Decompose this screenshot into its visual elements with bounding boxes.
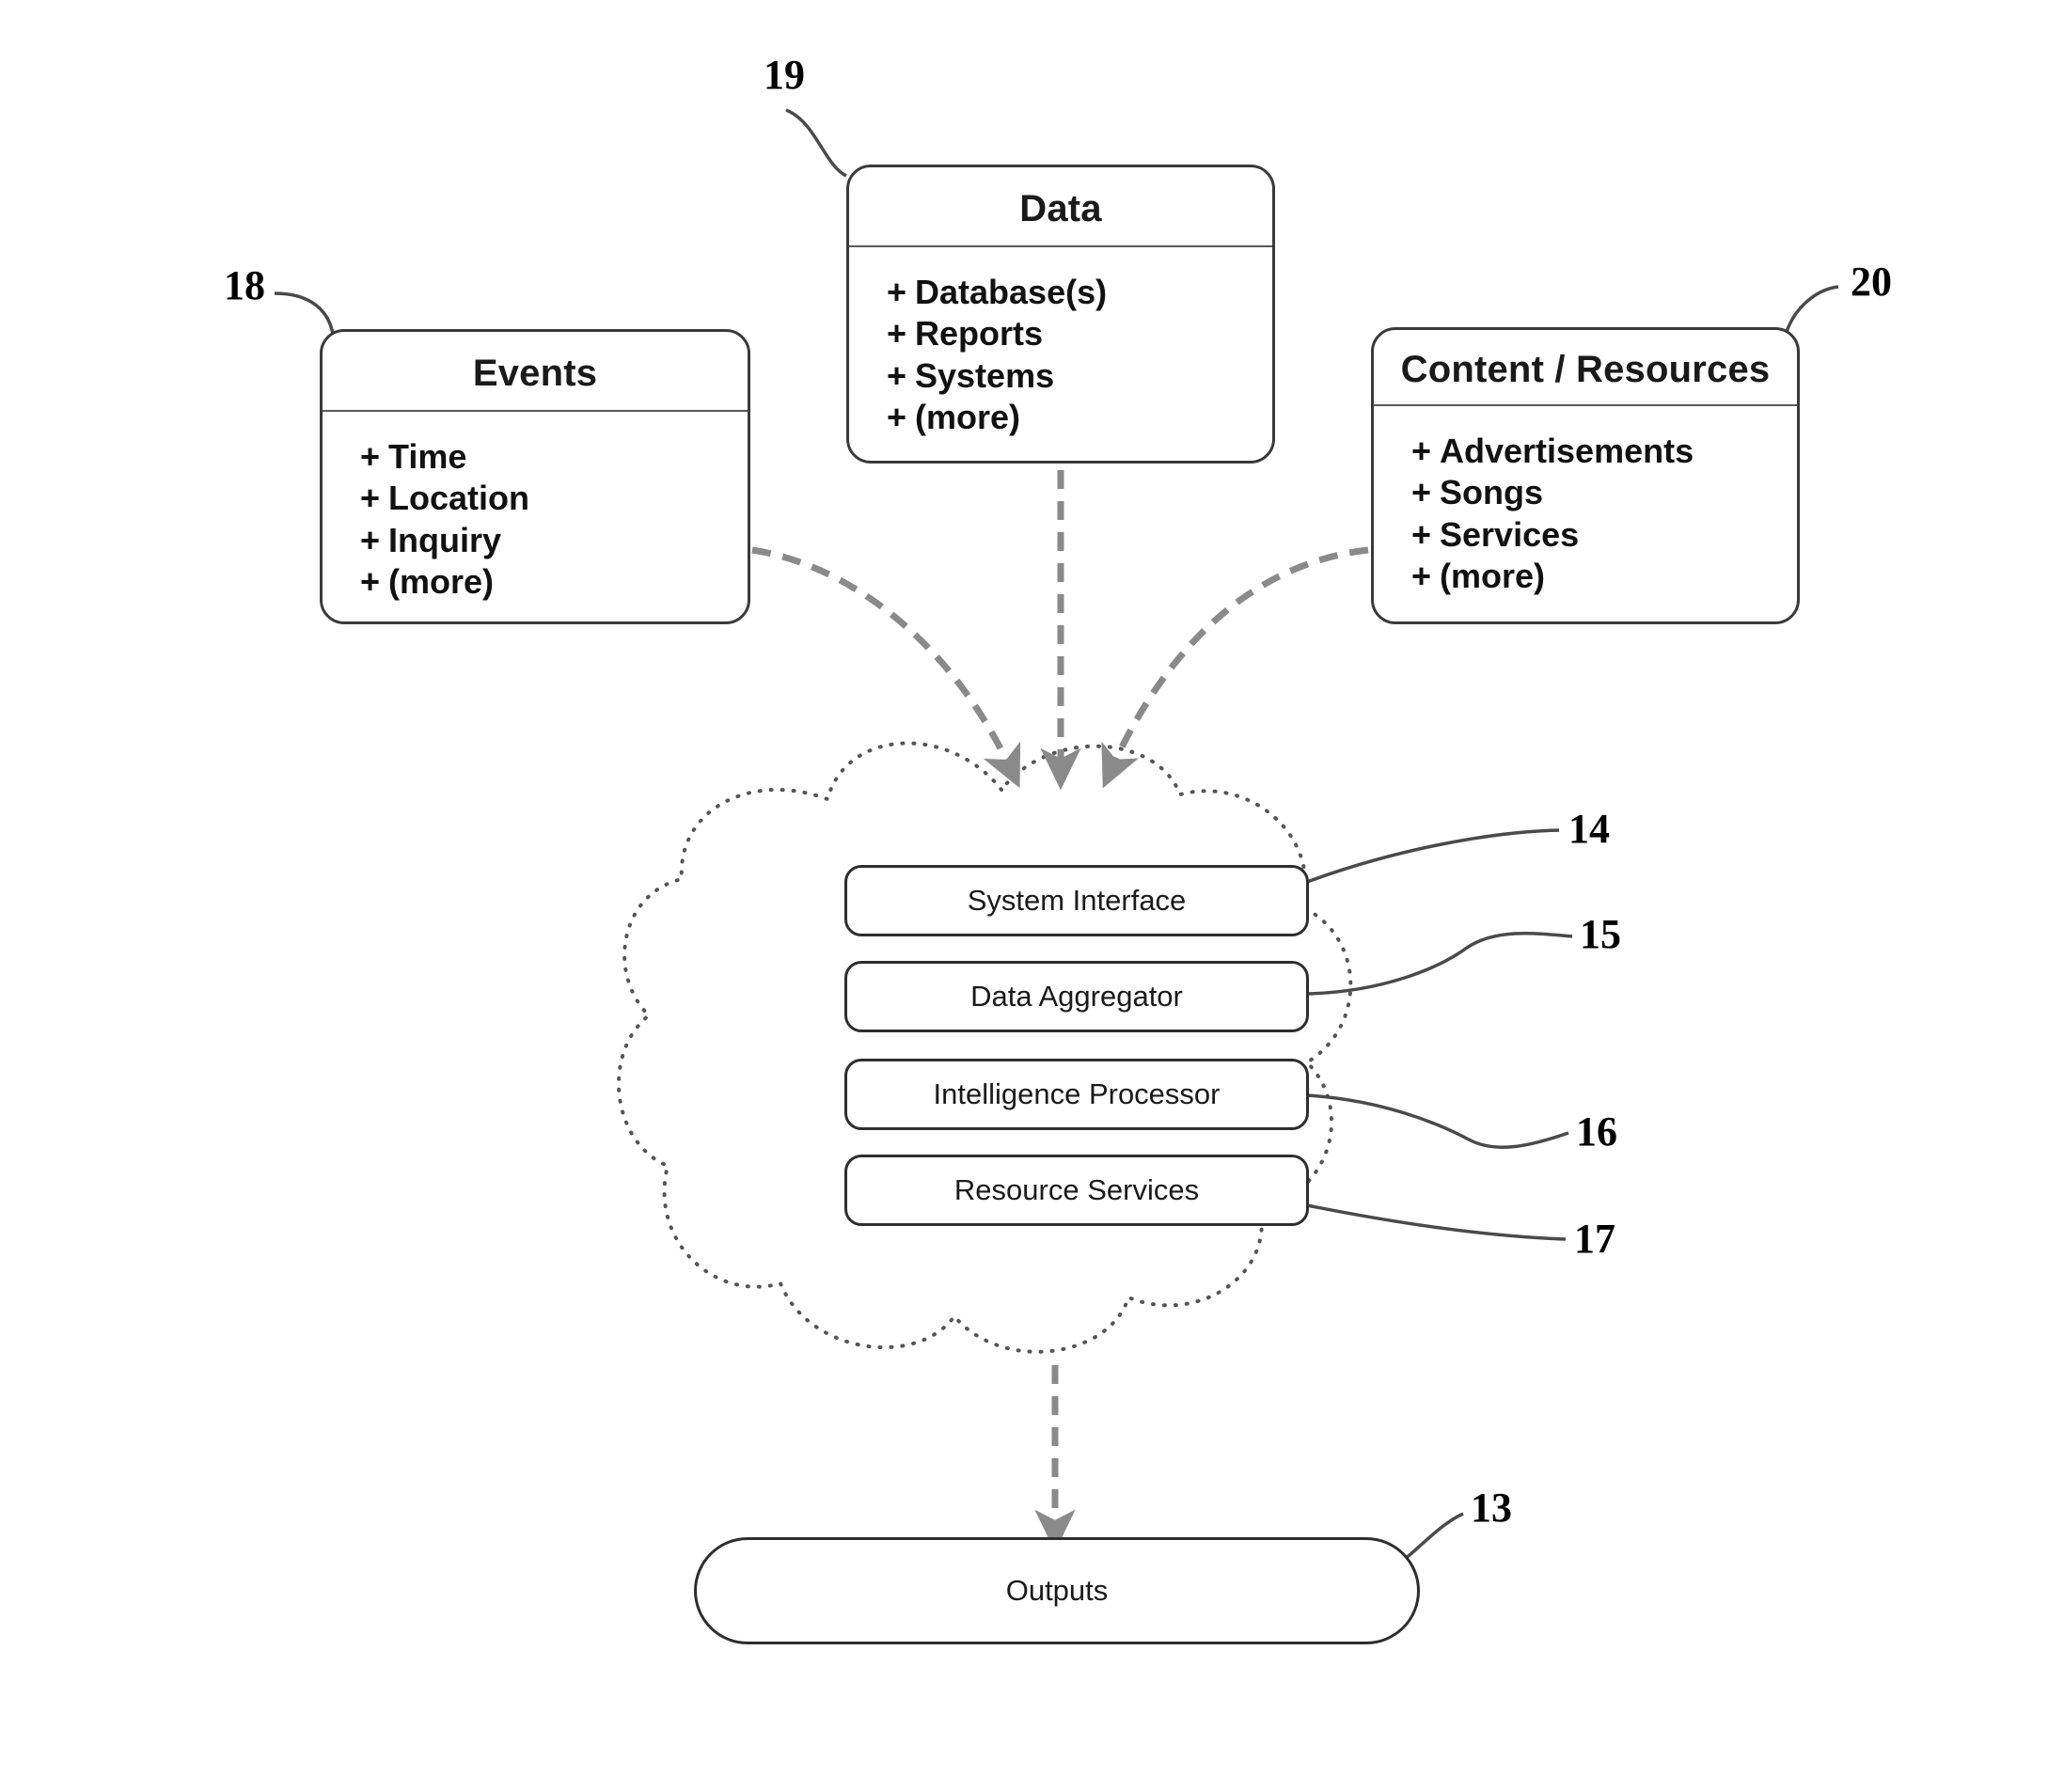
arrow-events-to-cloud [751, 546, 1021, 789]
content-item-0: Advertisements [1440, 432, 1694, 470]
patent-figure: Events + Time + Location + Inquiry + (more) … [0, 0, 2064, 1792]
reference-numeral-13: 13 [1471, 1485, 1512, 1531]
reference-numeral-14: 14 [1568, 806, 1610, 852]
outputs-label: Outputs [1005, 1574, 1109, 1607]
list-item: + Database(s) [887, 272, 1272, 313]
events-item-3: (more) [388, 561, 495, 601]
leader-line-14 [1306, 828, 1560, 884]
list-item: + Systems [887, 355, 1272, 397]
events-item-1: Location [388, 479, 529, 518]
list-item: + Songs [1411, 472, 1797, 513]
cloud-outline [617, 741, 1353, 1354]
data-box: Data + Database(s) + Reports + Systems + (mo… [846, 165, 1275, 464]
reference-numeral-19: 19 [764, 52, 805, 98]
list-item: + Reports [887, 313, 1272, 354]
data-item-3: (more) [915, 397, 1021, 436]
leader-line-15 [1306, 932, 1573, 996]
leader-line-19 [785, 108, 847, 178]
data-item-1: Reports [915, 314, 1044, 354]
data-aggregator-box: Data Aggregator [844, 961, 1309, 1032]
bullet-plus-icon: + [360, 437, 381, 476]
leader-line-16 [1306, 1093, 1569, 1149]
data-item-0: Database(s) [915, 273, 1108, 311]
list-item: + (more) [887, 397, 1272, 438]
reference-numeral-16: 16 [1576, 1108, 1617, 1155]
content-item-1: Songs [1440, 473, 1544, 512]
data-box-title: Data [849, 167, 1272, 247]
reference-numeral-17: 17 [1574, 1216, 1615, 1262]
events-item-2: Inquiry [388, 520, 502, 559]
events-item-list: + Time + Location + Inquiry + (more) [323, 412, 748, 603]
bullet-plus-icon: + [887, 355, 907, 395]
list-item: + Advertisements [1411, 431, 1797, 472]
list-item: + (more) [360, 561, 748, 603]
list-item: + Time [360, 436, 748, 478]
arrow-content-to-cloud [1101, 546, 1369, 789]
outputs-box: Outputs [694, 1537, 1420, 1644]
resource-services-label: Resource Services [953, 1173, 1200, 1206]
system-interface-box: System Interface [844, 865, 1309, 936]
reference-numeral-20: 20 [1851, 259, 1892, 305]
intelligence-processor-box: Intelligence Processor [844, 1059, 1309, 1130]
data-item-list: + Database(s) + Reports + Systems + (more) [849, 247, 1272, 438]
bullet-plus-icon: + [360, 479, 381, 518]
resource-services-box: Resource Services [844, 1155, 1309, 1226]
data-item-2: Systems [915, 355, 1055, 395]
list-item: + Location [360, 478, 748, 519]
system-interface-label: System Interface [967, 884, 1187, 917]
bullet-plus-icon: + [887, 314, 907, 354]
bullet-plus-icon: + [1411, 514, 1432, 554]
leader-line-13 [1401, 1512, 1464, 1563]
bullet-plus-icon: + [1411, 473, 1432, 512]
bullet-plus-icon: + [1411, 556, 1432, 595]
bullet-plus-icon: + [887, 273, 907, 311]
list-item: + (more) [1411, 556, 1797, 597]
bullet-plus-icon: + [1411, 432, 1432, 470]
bullet-plus-icon: + [360, 561, 381, 601]
bullet-plus-icon: + [887, 397, 907, 436]
leader-line-17 [1306, 1203, 1567, 1241]
content-resources-item-list: + Advertisements + Songs + Services + (more) [1374, 406, 1797, 597]
bullet-plus-icon: + [360, 520, 381, 559]
reference-numeral-15: 15 [1580, 911, 1621, 957]
content-resources-box-title: Content / Resources [1374, 330, 1797, 406]
content-item-2: Services [1440, 514, 1580, 554]
list-item: + Inquiry [360, 520, 748, 561]
list-item: + Services [1411, 514, 1797, 556]
data-aggregator-label: Data Aggregator [970, 980, 1183, 1013]
reference-numeral-18: 18 [224, 262, 265, 308]
content-item-3: (more) [1440, 556, 1546, 595]
events-item-0: Time [388, 437, 467, 476]
content-resources-box: Content / Resources + Advertisements + Son… [1371, 327, 1800, 624]
intelligence-processor-label: Intelligence Processor [933, 1077, 1221, 1110]
events-box-title: Events [323, 332, 748, 412]
events-box: Events + Time + Location + Inquiry + (more) [320, 329, 750, 624]
